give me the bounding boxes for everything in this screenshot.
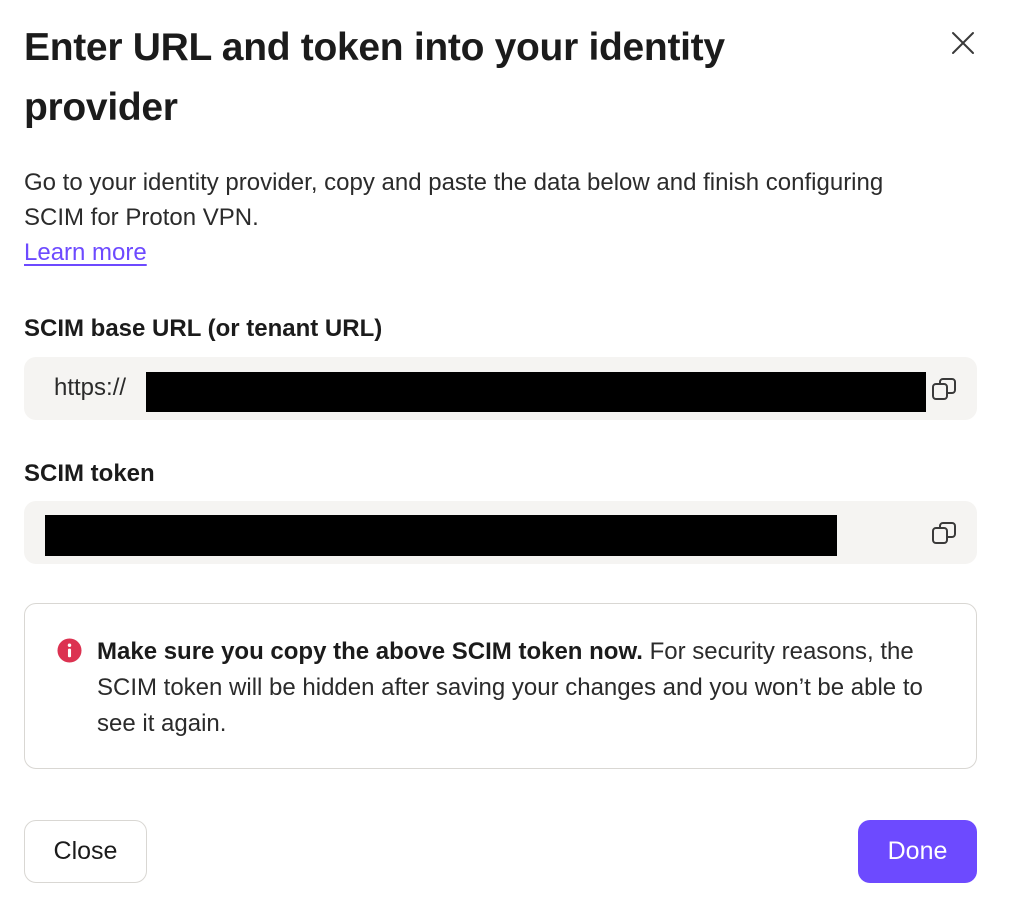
scim-base-url-value: https:// <box>54 374 127 401</box>
dialog-title: Enter URL and token into your identity p… <box>24 26 725 129</box>
close-button[interactable]: Close <box>24 820 147 883</box>
info-icon <box>57 638 82 663</box>
security-notice-text: Make sure you copy the above SCIM token … <box>97 634 957 742</box>
close-dialog-button[interactable] <box>944 24 982 62</box>
security-notice-bold: Make sure you copy the above SCIM token … <box>97 638 643 665</box>
close-icon <box>952 32 974 54</box>
copy-token-button[interactable] <box>927 516 961 550</box>
scim-setup-dialog: Enter URL and token into your identity p… <box>0 0 1024 917</box>
scim-base-url-field[interactable]: https:// <box>24 357 977 420</box>
done-button[interactable]: Done <box>858 820 977 883</box>
scim-token-field[interactable] <box>24 501 977 564</box>
copy-url-button[interactable] <box>927 372 961 406</box>
learn-more-link[interactable]: Learn more <box>24 235 147 270</box>
security-notice: Make sure you copy the above SCIM token … <box>24 603 977 769</box>
copy-icon <box>932 522 956 544</box>
dialog-description: Go to your identity provider, copy and p… <box>24 169 884 231</box>
dialog-description-block: Go to your identity provider, copy and p… <box>24 165 924 270</box>
redacted-token <box>45 515 837 556</box>
scim-base-url-label: SCIM base URL (or tenant URL) <box>24 315 383 342</box>
copy-icon <box>932 378 956 400</box>
scim-token-label: SCIM token <box>24 460 155 487</box>
redacted-url <box>146 372 926 412</box>
